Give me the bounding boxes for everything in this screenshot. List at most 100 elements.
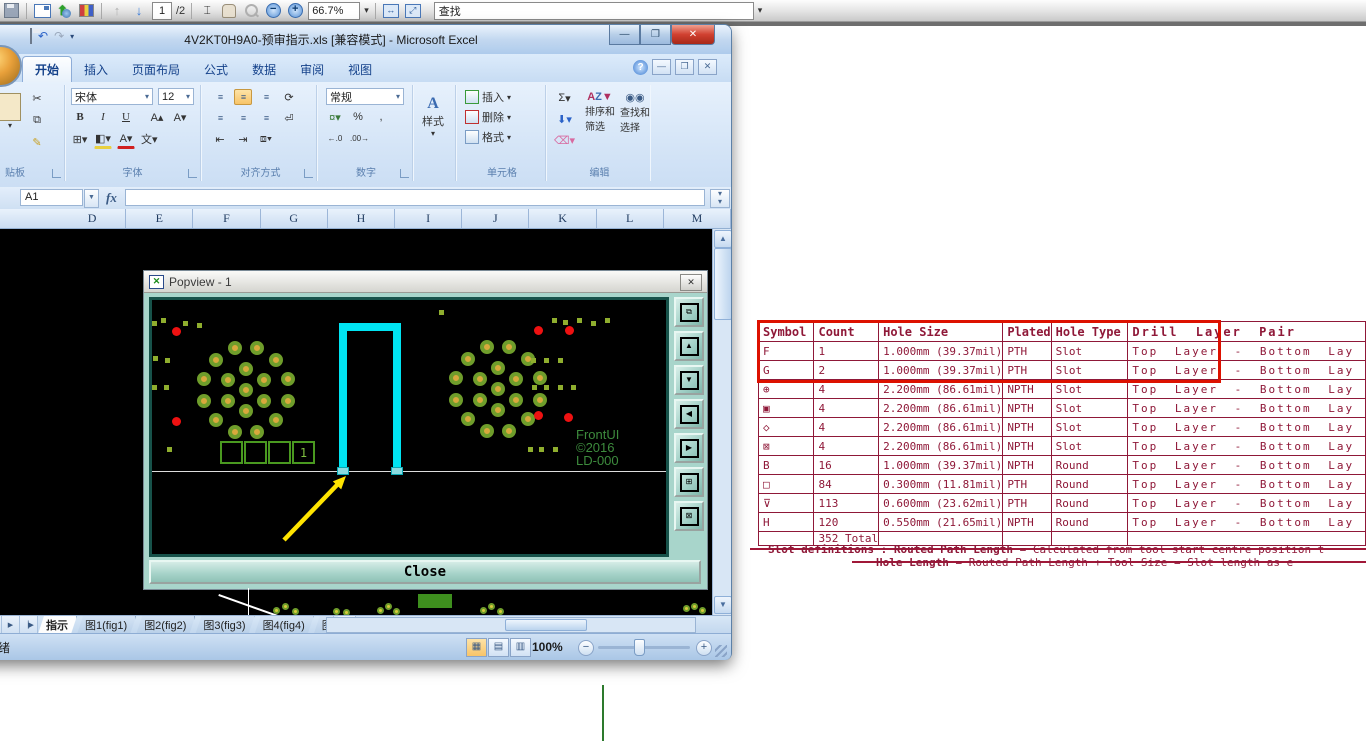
column-header-F[interactable]: F xyxy=(193,209,261,228)
find-input[interactable]: 查找 xyxy=(433,1,754,20)
sheet-tab-2[interactable]: 图2(fig2) xyxy=(136,616,195,634)
grow-font-button[interactable]: A▴ xyxy=(148,108,166,126)
popout-window-button[interactable]: ⧉ xyxy=(674,297,704,327)
comma-style-button[interactable]: , xyxy=(372,108,390,126)
borders-button[interactable]: ⊞▾ xyxy=(71,130,89,148)
column-header-H[interactable]: H xyxy=(328,209,396,228)
vertical-scroll-thumb[interactable] xyxy=(714,248,731,320)
hand-tool-button[interactable] xyxy=(220,2,238,20)
formula-expand-button[interactable]: ▾ ▾ xyxy=(710,189,730,208)
shrink-font-button[interactable]: A▾ xyxy=(171,108,189,126)
fit-page-button[interactable]: ⤢ xyxy=(404,2,422,20)
excel-titlebar[interactable]: ↶ ↷ ▾ 4V2KT0H9A0-预审指示.xls [兼容模式] - Micro… xyxy=(0,25,731,54)
alignment-dialog-launcher[interactable] xyxy=(304,169,313,178)
ribbon-tab-6[interactable]: 视图 xyxy=(336,57,384,82)
upload-button[interactable]: ⬆ xyxy=(55,2,73,20)
align-top-button[interactable]: ≡ xyxy=(211,89,229,105)
email-button[interactable] xyxy=(33,2,51,20)
minimize-button[interactable]: — xyxy=(609,25,640,45)
number-dialog-launcher[interactable] xyxy=(400,169,409,178)
sheet-tab-4[interactable]: 图4(fig4) xyxy=(255,616,314,634)
zoom-out-button[interactable]: ⊠ xyxy=(674,501,704,531)
number-format-select[interactable]: 常规 ▾ xyxy=(326,88,404,105)
pan-left-button[interactable]: ◀ xyxy=(674,399,704,429)
wrap-text-button[interactable]: ⏎ xyxy=(280,109,298,127)
font-size-select[interactable]: 12 ▾ xyxy=(158,88,194,105)
zoom-in-button[interactable]: ⊞ xyxy=(674,467,704,497)
ribbon-tab-4[interactable]: 数据 xyxy=(240,57,288,82)
align-left-button[interactable]: ≡ xyxy=(211,110,229,126)
column-header-I[interactable]: I xyxy=(395,209,463,228)
previous-page-button[interactable]: ↑ xyxy=(108,2,126,20)
column-header-G[interactable]: G xyxy=(261,209,328,228)
page-number-input[interactable]: 1 xyxy=(152,1,172,20)
insert-cells-button[interactable]: 插入 ▾ xyxy=(465,89,545,105)
column-header-L[interactable]: L xyxy=(597,209,664,228)
column-header-M[interactable]: M xyxy=(664,209,732,228)
autosum-button[interactable]: Σ ▾ xyxy=(553,89,576,107)
name-box[interactable]: A1 xyxy=(20,189,83,206)
decrease-indent-button[interactable]: ⇤ xyxy=(211,130,229,148)
normal-view-button[interactable]: ▦ xyxy=(466,637,487,657)
last-sheet-button[interactable]: ▕▶ xyxy=(20,616,38,634)
phonetic-button[interactable]: 文 ▾ xyxy=(140,130,159,148)
percent-style-button[interactable]: % xyxy=(349,108,367,126)
pan-up-button[interactable]: ▲ xyxy=(674,331,704,361)
italic-button[interactable]: I xyxy=(94,108,112,126)
font-name-select[interactable]: 宋体 ▾ xyxy=(71,88,153,105)
horizontal-scroll-thumb[interactable] xyxy=(505,619,587,631)
copy-button[interactable]: ⧉ xyxy=(28,111,46,129)
accounting-format-button[interactable]: ¤▾ xyxy=(326,108,344,126)
align-bottom-button[interactable]: ≡ xyxy=(257,89,275,105)
align-middle-button[interactable]: ≡ xyxy=(234,89,252,105)
maximize-button[interactable]: ❐ xyxy=(640,25,671,45)
page-break-view-button[interactable]: ▥ xyxy=(510,637,531,657)
clear-button[interactable]: ⌫▾ xyxy=(553,131,576,149)
zoom-out-button[interactable]: − xyxy=(264,2,282,20)
font-color-button[interactable]: A▾ xyxy=(117,129,135,149)
clipboard-dialog-launcher[interactable] xyxy=(52,169,61,178)
ribbon-tab-0[interactable]: 开始 xyxy=(22,56,73,82)
ribbon-restore-button[interactable]: ❐ xyxy=(675,59,694,75)
vertical-scrollbar[interactable]: ▲ ▼ xyxy=(712,229,731,615)
pcb-viewport[interactable]: 1 FrontUI ©2016 LD-000 xyxy=(149,297,669,557)
sheet-tab-0[interactable]: 指示 xyxy=(38,616,77,634)
align-center-button[interactable]: ≡ xyxy=(234,110,252,126)
marquee-zoom-button[interactable] xyxy=(242,2,260,20)
ribbon-tab-1[interactable]: 插入 xyxy=(72,57,120,82)
ribbon-tab-3[interactable]: 公式 xyxy=(192,57,240,82)
cut-button[interactable]: ✂ xyxy=(28,89,46,107)
column-header-E[interactable]: E xyxy=(126,209,194,228)
select-tool-button[interactable]: ⌶ xyxy=(198,2,216,20)
font-dialog-launcher[interactable] xyxy=(188,169,197,178)
styles-button[interactable]: A 样式 ▾ xyxy=(419,93,447,140)
ribbon-minimize-button[interactable]: — xyxy=(652,59,671,75)
sheet-tab-3[interactable]: 图3(fig3) xyxy=(195,616,254,634)
popview-titlebar[interactable]: ✕ Popview - 1 xyxy=(144,271,707,293)
fit-width-button[interactable]: ↔ xyxy=(382,2,400,20)
next-sheet-button[interactable]: ▶ xyxy=(2,616,20,634)
ribbon-close-button[interactable]: ✕ xyxy=(698,59,717,75)
pan-down-button[interactable]: ▼ xyxy=(674,365,704,395)
zoom-in-button[interactable]: + xyxy=(286,2,304,20)
name-box-caret-icon[interactable]: ▼ xyxy=(84,189,99,208)
ribbon-tab-5[interactable]: 审阅 xyxy=(288,57,336,82)
fill-color-button[interactable]: ◧▾ xyxy=(94,129,112,149)
popview-close-icon[interactable]: ✕ xyxy=(680,274,702,291)
pan-right-button[interactable]: ▶ xyxy=(674,433,704,463)
resize-grip[interactable] xyxy=(715,645,727,657)
zoom-in-button[interactable]: + xyxy=(696,640,712,656)
find-select-button[interactable]: ◉◉ 查找和 选择 xyxy=(615,89,655,136)
fill-button[interactable]: ⬇▾ xyxy=(553,110,576,128)
scroll-down-icon[interactable]: ▼ xyxy=(714,596,731,614)
scroll-up-icon[interactable]: ▲ xyxy=(714,230,731,248)
paste-button[interactable]: ▾ xyxy=(0,91,24,132)
zoom-slider-thumb[interactable] xyxy=(634,639,645,656)
format-cells-button[interactable]: 格式 ▾ xyxy=(465,129,545,145)
sheet-tab-1[interactable]: 图1(fig1) xyxy=(77,616,136,634)
save-button[interactable] xyxy=(2,2,20,20)
fx-icon[interactable]: fx xyxy=(106,190,117,206)
close-button[interactable]: ✕ xyxy=(671,25,715,45)
next-page-button[interactable]: ↓ xyxy=(130,2,148,20)
horizontal-scrollbar[interactable] xyxy=(326,617,696,633)
